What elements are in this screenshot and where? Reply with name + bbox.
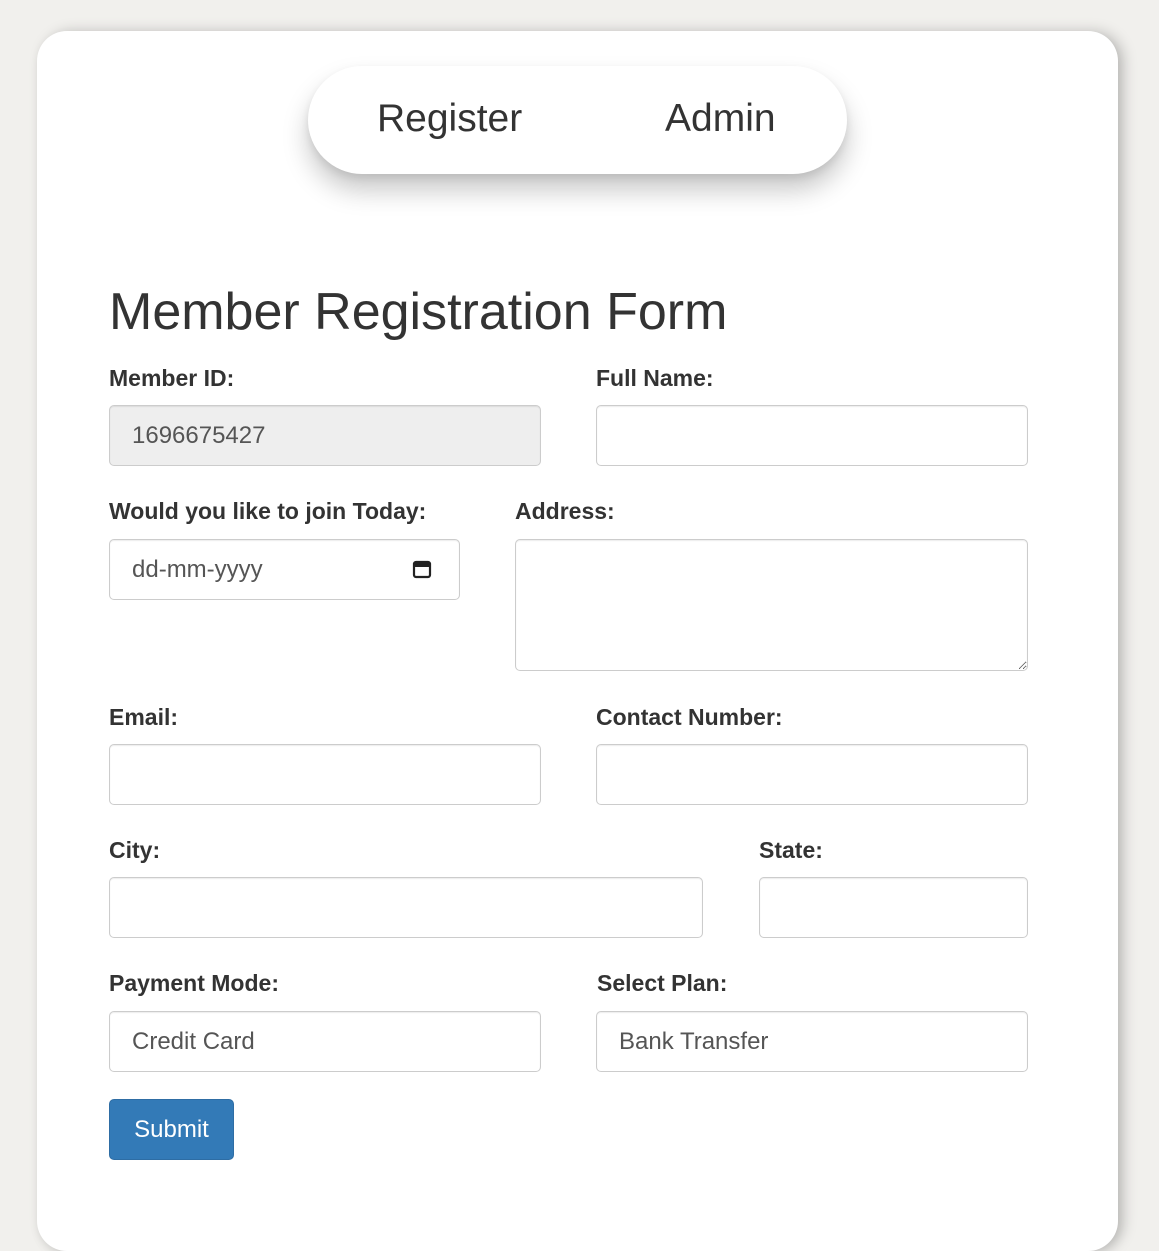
payment-mode-field[interactable] — [109, 1011, 541, 1072]
full-name-label: Full Name: — [596, 365, 714, 391]
join-date-field[interactable]: dd-mm-yyyy — [109, 539, 460, 600]
address-label: Address: — [515, 498, 615, 524]
full-name-field[interactable] — [596, 405, 1028, 466]
join-date-placeholder: dd-mm-yyyy — [132, 556, 263, 583]
submit-button[interactable]: Submit — [109, 1099, 234, 1160]
select-plan-label: Select Plan: — [597, 970, 728, 996]
email-field[interactable] — [109, 744, 541, 805]
nav-admin-link[interactable]: Admin — [665, 96, 776, 142]
nav-register-link[interactable]: Register — [377, 96, 522, 142]
member-id-label: Member ID: — [109, 365, 235, 391]
city-label: City: — [109, 837, 161, 863]
page-title: Member Registration Form — [109, 283, 728, 341]
email-label: Email: — [109, 704, 179, 730]
payment-mode-label: Payment Mode: — [109, 970, 279, 996]
select-plan-field[interactable] — [596, 1011, 1028, 1072]
member-id-field[interactable] — [109, 405, 541, 466]
address-textarea[interactable] — [515, 539, 1028, 671]
join-date-label: Would you like to join Today: — [109, 498, 427, 524]
contact-number-field[interactable] — [596, 744, 1028, 805]
contact-number-label: Contact Number: — [596, 704, 783, 730]
state-field[interactable] — [759, 877, 1028, 938]
city-field[interactable] — [109, 877, 703, 938]
nav-bar: Register Admin — [308, 66, 847, 174]
calendar-icon[interactable] — [411, 558, 433, 580]
state-label: State: — [759, 837, 823, 863]
